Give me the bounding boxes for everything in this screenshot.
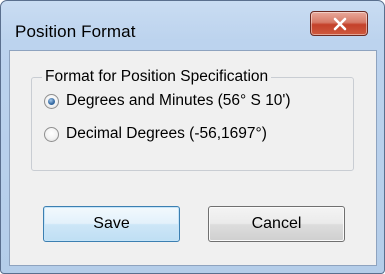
option-decimal-degrees[interactable]: Decimal Degrees (-56,1697°) [44,123,267,145]
window-title: Position Format [15,22,136,41]
radio-button-selected[interactable] [44,93,59,109]
option-degrees-minutes-label: Degrees and Minutes (56° S 10') [66,92,291,109]
close-icon [333,17,347,31]
group-title: Format for Position Specification [42,67,272,87]
dialog-content: Format for Position Specification Degree… [9,50,377,266]
option-degrees-minutes[interactable]: Degrees and Minutes (56° S 10') [44,90,291,112]
save-button[interactable]: Save [43,206,180,242]
position-format-group: Format for Position Specification Degree… [31,67,354,171]
dialog-window: Position Format Format for Position Spec… [0,0,385,274]
radio-button-unselected[interactable] [44,126,59,142]
close-button[interactable] [310,11,368,36]
option-decimal-degrees-label: Decimal Degrees (-56,1697°) [66,125,267,142]
title-bar[interactable]: Position Format [1,1,384,57]
cancel-button[interactable]: Cancel [208,206,345,242]
